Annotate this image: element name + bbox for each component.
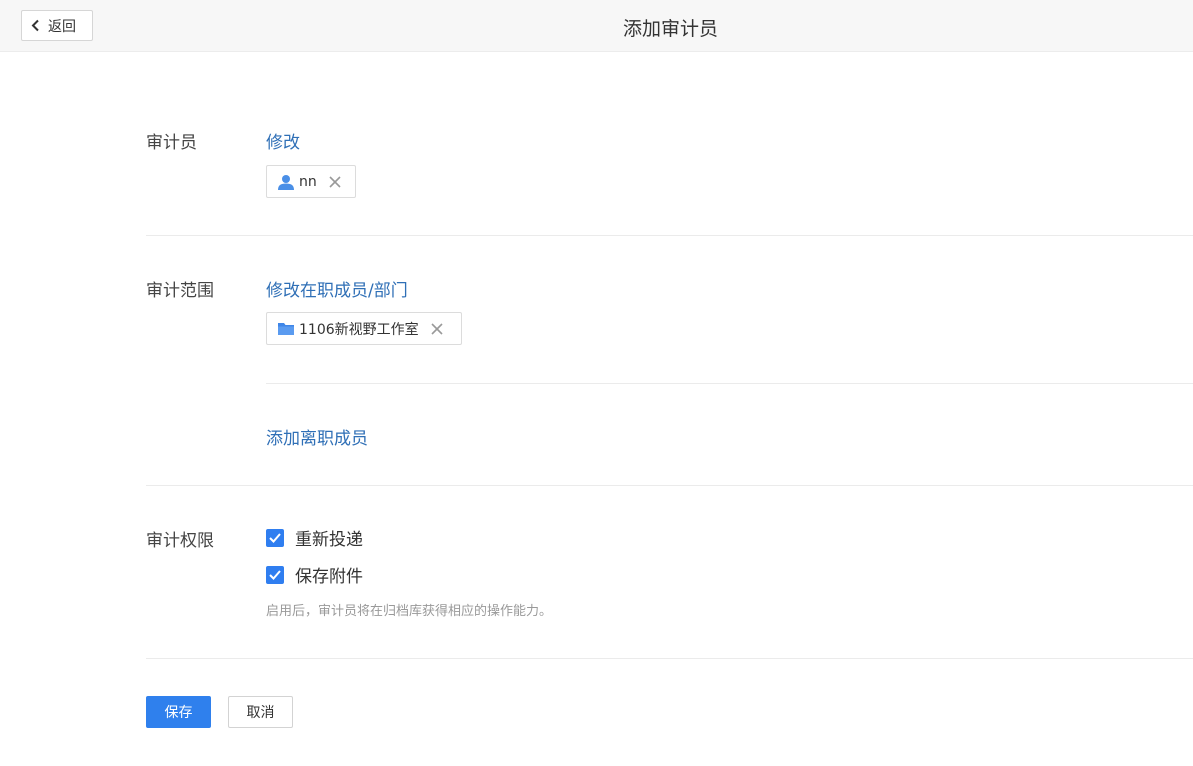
divider bbox=[266, 383, 1193, 384]
permission-redeliver-option[interactable]: 重新投递 bbox=[266, 525, 363, 550]
save-button[interactable]: 保存 bbox=[146, 696, 211, 728]
scope-tag: 1106新视野工作室 bbox=[266, 312, 462, 345]
page-title: 添加审计员 bbox=[622, 18, 718, 40]
remove-scope-icon[interactable] bbox=[431, 322, 443, 335]
permission-save-attachment-option[interactable]: 保存附件 bbox=[266, 562, 363, 587]
save-attachment-checkbox[interactable] bbox=[266, 565, 284, 584]
add-resigned-member-link[interactable]: 添加离职成员 bbox=[266, 424, 368, 449]
scope-tag-name: 1106新视野工作室 bbox=[299, 321, 419, 338]
modify-auditor-link[interactable]: 修改 bbox=[266, 128, 300, 153]
checkmark-icon bbox=[269, 569, 281, 580]
divider bbox=[146, 485, 1193, 486]
modify-scope-link[interactable]: 修改在职成员/部门 bbox=[266, 276, 408, 301]
user-icon bbox=[277, 174, 295, 190]
page-header: 返回 添加审计员 bbox=[0, 0, 1193, 52]
folder-icon bbox=[277, 321, 295, 336]
auditor-tag: nn bbox=[266, 165, 356, 198]
save-attachment-label: 保存附件 bbox=[295, 567, 363, 587]
divider bbox=[146, 235, 1193, 236]
remove-auditor-icon[interactable] bbox=[329, 175, 341, 188]
redeliver-label: 重新投递 bbox=[295, 530, 363, 550]
cancel-button[interactable]: 取消 bbox=[228, 696, 293, 728]
auditor-label: 审计员 bbox=[146, 133, 197, 153]
redeliver-checkbox[interactable] bbox=[266, 528, 284, 547]
checkmark-icon bbox=[269, 532, 281, 543]
auditor-tag-name: nn bbox=[299, 173, 317, 190]
scope-label: 审计范围 bbox=[146, 281, 214, 301]
permissions-hint: 启用后，审计员将在归档库获得相应的操作能力。 bbox=[266, 604, 553, 619]
divider bbox=[146, 658, 1193, 659]
permissions-label: 审计权限 bbox=[146, 531, 214, 551]
